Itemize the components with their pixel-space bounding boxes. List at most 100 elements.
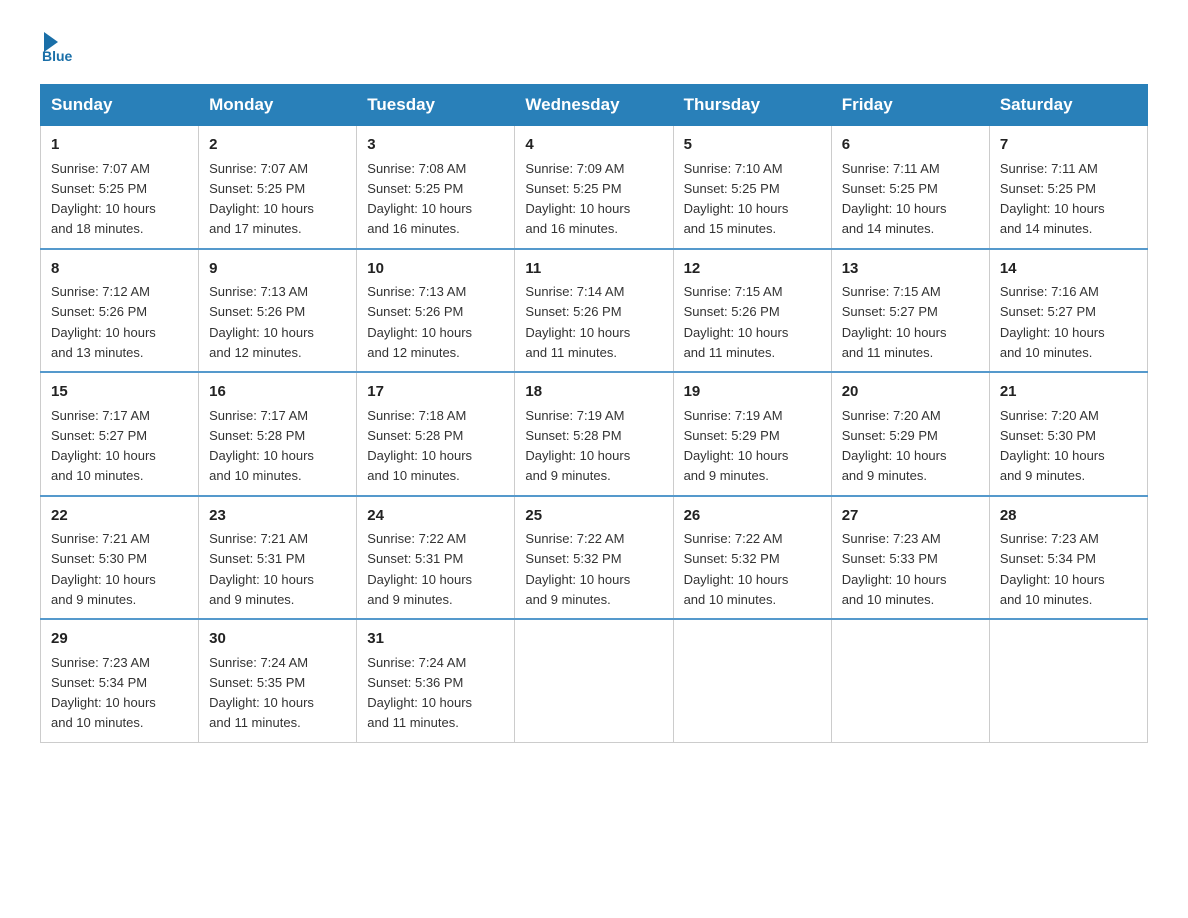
logo-subtitle: Blue [42, 48, 72, 64]
day-info: Sunrise: 7:17 AMSunset: 5:27 PMDaylight:… [51, 408, 156, 484]
day-number: 22 [51, 505, 188, 528]
day-info: Sunrise: 7:08 AMSunset: 5:25 PMDaylight:… [367, 161, 472, 237]
calendar-cell: 1 Sunrise: 7:07 AMSunset: 5:25 PMDayligh… [41, 126, 199, 249]
calendar-cell: 22 Sunrise: 7:21 AMSunset: 5:30 PMDaylig… [41, 496, 199, 620]
day-info: Sunrise: 7:14 AMSunset: 5:26 PMDaylight:… [525, 284, 630, 360]
calendar-cell: 11 Sunrise: 7:14 AMSunset: 5:26 PMDaylig… [515, 249, 673, 373]
day-info: Sunrise: 7:07 AMSunset: 5:25 PMDaylight:… [51, 161, 156, 237]
header-sunday: Sunday [41, 85, 199, 126]
day-number: 9 [209, 258, 346, 281]
calendar-week-row: 29 Sunrise: 7:23 AMSunset: 5:34 PMDaylig… [41, 619, 1148, 742]
day-number: 8 [51, 258, 188, 281]
day-number: 1 [51, 134, 188, 157]
header-friday: Friday [831, 85, 989, 126]
day-number: 6 [842, 134, 979, 157]
header-wednesday: Wednesday [515, 85, 673, 126]
day-info: Sunrise: 7:22 AMSunset: 5:32 PMDaylight:… [525, 531, 630, 607]
calendar-cell: 27 Sunrise: 7:23 AMSunset: 5:33 PMDaylig… [831, 496, 989, 620]
day-number: 13 [842, 258, 979, 281]
day-info: Sunrise: 7:20 AMSunset: 5:30 PMDaylight:… [1000, 408, 1105, 484]
day-number: 26 [684, 505, 821, 528]
day-info: Sunrise: 7:19 AMSunset: 5:28 PMDaylight:… [525, 408, 630, 484]
calendar-cell: 29 Sunrise: 7:23 AMSunset: 5:34 PMDaylig… [41, 619, 199, 742]
calendar-cell: 26 Sunrise: 7:22 AMSunset: 5:32 PMDaylig… [673, 496, 831, 620]
header-tuesday: Tuesday [357, 85, 515, 126]
day-info: Sunrise: 7:23 AMSunset: 5:34 PMDaylight:… [1000, 531, 1105, 607]
calendar-cell [989, 619, 1147, 742]
calendar-week-row: 15 Sunrise: 7:17 AMSunset: 5:27 PMDaylig… [41, 372, 1148, 496]
day-number: 27 [842, 505, 979, 528]
day-number: 14 [1000, 258, 1137, 281]
day-number: 25 [525, 505, 662, 528]
calendar-cell: 4 Sunrise: 7:09 AMSunset: 5:25 PMDayligh… [515, 126, 673, 249]
header-monday: Monday [199, 85, 357, 126]
calendar-week-row: 1 Sunrise: 7:07 AMSunset: 5:25 PMDayligh… [41, 126, 1148, 249]
calendar-cell: 25 Sunrise: 7:22 AMSunset: 5:32 PMDaylig… [515, 496, 673, 620]
day-info: Sunrise: 7:16 AMSunset: 5:27 PMDaylight:… [1000, 284, 1105, 360]
day-info: Sunrise: 7:18 AMSunset: 5:28 PMDaylight:… [367, 408, 472, 484]
day-info: Sunrise: 7:24 AMSunset: 5:35 PMDaylight:… [209, 655, 314, 731]
day-info: Sunrise: 7:20 AMSunset: 5:29 PMDaylight:… [842, 408, 947, 484]
calendar-cell: 19 Sunrise: 7:19 AMSunset: 5:29 PMDaylig… [673, 372, 831, 496]
day-info: Sunrise: 7:21 AMSunset: 5:31 PMDaylight:… [209, 531, 314, 607]
calendar-cell: 5 Sunrise: 7:10 AMSunset: 5:25 PMDayligh… [673, 126, 831, 249]
day-number: 12 [684, 258, 821, 281]
day-info: Sunrise: 7:13 AMSunset: 5:26 PMDaylight:… [209, 284, 314, 360]
day-info: Sunrise: 7:22 AMSunset: 5:32 PMDaylight:… [684, 531, 789, 607]
day-info: Sunrise: 7:11 AMSunset: 5:25 PMDaylight:… [1000, 161, 1105, 237]
day-info: Sunrise: 7:15 AMSunset: 5:26 PMDaylight:… [684, 284, 789, 360]
calendar-cell: 31 Sunrise: 7:24 AMSunset: 5:36 PMDaylig… [357, 619, 515, 742]
day-number: 23 [209, 505, 346, 528]
day-number: 2 [209, 134, 346, 157]
day-info: Sunrise: 7:15 AMSunset: 5:27 PMDaylight:… [842, 284, 947, 360]
calendar-cell: 2 Sunrise: 7:07 AMSunset: 5:25 PMDayligh… [199, 126, 357, 249]
day-info: Sunrise: 7:22 AMSunset: 5:31 PMDaylight:… [367, 531, 472, 607]
calendar-cell: 12 Sunrise: 7:15 AMSunset: 5:26 PMDaylig… [673, 249, 831, 373]
calendar-cell: 3 Sunrise: 7:08 AMSunset: 5:25 PMDayligh… [357, 126, 515, 249]
day-info: Sunrise: 7:23 AMSunset: 5:34 PMDaylight:… [51, 655, 156, 731]
calendar-cell: 28 Sunrise: 7:23 AMSunset: 5:34 PMDaylig… [989, 496, 1147, 620]
calendar-cell: 15 Sunrise: 7:17 AMSunset: 5:27 PMDaylig… [41, 372, 199, 496]
day-number: 17 [367, 381, 504, 404]
calendar-cell: 20 Sunrise: 7:20 AMSunset: 5:29 PMDaylig… [831, 372, 989, 496]
day-number: 3 [367, 134, 504, 157]
calendar-cell: 13 Sunrise: 7:15 AMSunset: 5:27 PMDaylig… [831, 249, 989, 373]
day-number: 28 [1000, 505, 1137, 528]
day-number: 19 [684, 381, 821, 404]
calendar-cell: 6 Sunrise: 7:11 AMSunset: 5:25 PMDayligh… [831, 126, 989, 249]
calendar-cell: 21 Sunrise: 7:20 AMSunset: 5:30 PMDaylig… [989, 372, 1147, 496]
day-info: Sunrise: 7:24 AMSunset: 5:36 PMDaylight:… [367, 655, 472, 731]
calendar-cell: 17 Sunrise: 7:18 AMSunset: 5:28 PMDaylig… [357, 372, 515, 496]
day-number: 15 [51, 381, 188, 404]
calendar-cell [831, 619, 989, 742]
day-number: 4 [525, 134, 662, 157]
calendar-cell: 10 Sunrise: 7:13 AMSunset: 5:26 PMDaylig… [357, 249, 515, 373]
day-number: 20 [842, 381, 979, 404]
day-number: 16 [209, 381, 346, 404]
calendar-cell: 8 Sunrise: 7:12 AMSunset: 5:26 PMDayligh… [41, 249, 199, 373]
calendar-cell: 9 Sunrise: 7:13 AMSunset: 5:26 PMDayligh… [199, 249, 357, 373]
calendar-table: SundayMondayTuesdayWednesdayThursdayFrid… [40, 84, 1148, 743]
day-number: 30 [209, 628, 346, 651]
day-number: 21 [1000, 381, 1137, 404]
calendar-cell: 23 Sunrise: 7:21 AMSunset: 5:31 PMDaylig… [199, 496, 357, 620]
calendar-cell: 16 Sunrise: 7:17 AMSunset: 5:28 PMDaylig… [199, 372, 357, 496]
header-saturday: Saturday [989, 85, 1147, 126]
calendar-cell [673, 619, 831, 742]
day-info: Sunrise: 7:23 AMSunset: 5:33 PMDaylight:… [842, 531, 947, 607]
day-number: 29 [51, 628, 188, 651]
day-info: Sunrise: 7:19 AMSunset: 5:29 PMDaylight:… [684, 408, 789, 484]
calendar-cell: 24 Sunrise: 7:22 AMSunset: 5:31 PMDaylig… [357, 496, 515, 620]
calendar-cell: 14 Sunrise: 7:16 AMSunset: 5:27 PMDaylig… [989, 249, 1147, 373]
day-info: Sunrise: 7:12 AMSunset: 5:26 PMDaylight:… [51, 284, 156, 360]
page-header: Blue [40, 30, 1148, 64]
calendar-week-row: 8 Sunrise: 7:12 AMSunset: 5:26 PMDayligh… [41, 249, 1148, 373]
day-info: Sunrise: 7:11 AMSunset: 5:25 PMDaylight:… [842, 161, 947, 237]
day-info: Sunrise: 7:09 AMSunset: 5:25 PMDaylight:… [525, 161, 630, 237]
day-number: 5 [684, 134, 821, 157]
day-number: 11 [525, 258, 662, 281]
day-number: 10 [367, 258, 504, 281]
calendar-cell: 7 Sunrise: 7:11 AMSunset: 5:25 PMDayligh… [989, 126, 1147, 249]
calendar-week-row: 22 Sunrise: 7:21 AMSunset: 5:30 PMDaylig… [41, 496, 1148, 620]
day-info: Sunrise: 7:07 AMSunset: 5:25 PMDaylight:… [209, 161, 314, 237]
